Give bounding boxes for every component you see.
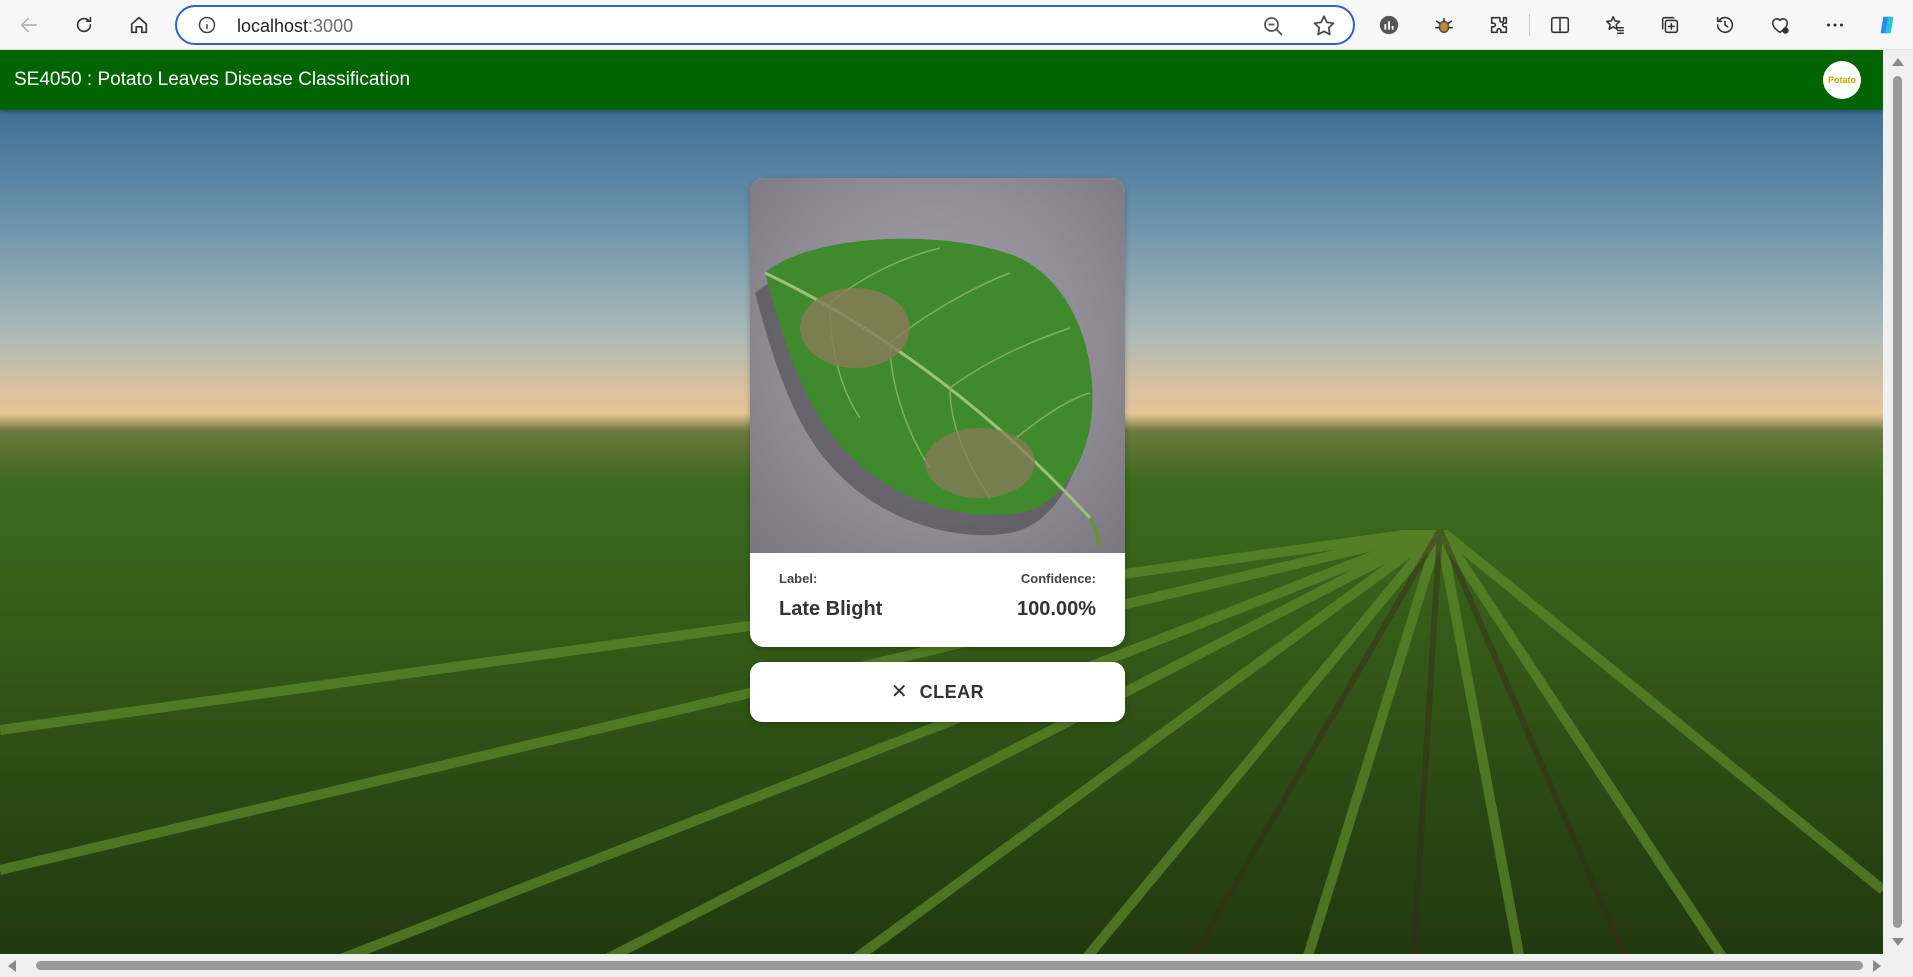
prediction-card: Label: Confidence: Late Blight 100.00% [750,178,1125,647]
heart-pulse-icon [1771,18,1789,34]
app-header: SE4050 : Potato Leaves Disease Classific… [0,50,1883,110]
extensions-button[interactable] [1484,10,1514,40]
confidence-value: 100.00% [1017,598,1096,620]
clear-button-label: CLEAR [919,681,985,702]
confidence-caption: Confidence: [1020,571,1096,586]
logo-text: Potato [1828,75,1856,85]
more-dots-icon [1827,23,1843,27]
split-screen-button[interactable] [1545,10,1575,40]
close-icon: ✕ [890,681,908,703]
zoom-out-icon[interactable] [1261,14,1285,38]
potato-logo[interactable]: Potato [1823,61,1861,99]
history-icon [1716,16,1734,34]
reload-button[interactable] [67,8,101,42]
bug-icon [1434,17,1454,34]
toolbar-divider [1529,14,1530,36]
home-button[interactable] [122,8,156,42]
extension-bug-button[interactable] [1429,10,1459,40]
horizontal-scroll-thumb[interactable] [36,961,1863,970]
refresh-icon [76,16,92,33]
split-screen-icon [1550,16,1570,34]
browser-toolbar: localhost:3000 [0,0,1913,50]
url-text[interactable]: localhost:3000 [237,16,353,37]
url-host: localhost [237,16,309,36]
copilot-button[interactable] [1872,10,1902,40]
app-title: SE4050 : Potato Leaves Disease Classific… [14,69,411,90]
url-port: :3000 [308,16,354,36]
favorites-list-icon [1605,15,1625,35]
vertical-scroll-thumb[interactable] [1893,76,1902,928]
history-button[interactable] [1710,10,1740,40]
back-button[interactable] [12,8,46,42]
copilot-icon [1880,16,1894,34]
predicted-label: Late Blight [779,598,883,620]
label-caption: Label: [779,571,818,586]
scroll-left-arrow-icon[interactable] [8,960,16,972]
collections-icon [1661,16,1679,34]
vertical-scrollbar[interactable] [1883,50,1913,954]
leaf-icon [755,238,1101,547]
home-icon [130,16,148,34]
horizontal-scrollbar[interactable] [0,954,1913,977]
scroll-down-arrow-icon[interactable] [1892,938,1904,946]
uploaded-leaf-image [750,178,1125,553]
extension-stats-button[interactable] [1374,10,1404,40]
favorites-button[interactable] [1600,10,1630,40]
collections-button[interactable] [1655,10,1685,40]
scroll-right-arrow-icon[interactable] [1873,960,1881,972]
chart-icon [1379,15,1399,35]
performance-button[interactable] [1765,10,1795,40]
puzzle-icon [1490,16,1508,34]
info-icon[interactable] [197,15,217,35]
clear-button[interactable]: ✕ CLEAR [750,662,1125,722]
address-bar[interactable]: localhost:3000 [175,5,1355,45]
scroll-up-arrow-icon[interactable] [1892,58,1904,66]
more-menu-button[interactable] [1820,10,1850,40]
page-viewport: SE4050 : Potato Leaves Disease Classific… [0,50,1883,954]
arrow-left-icon [20,17,38,33]
favorite-star-icon[interactable] [1311,13,1337,39]
